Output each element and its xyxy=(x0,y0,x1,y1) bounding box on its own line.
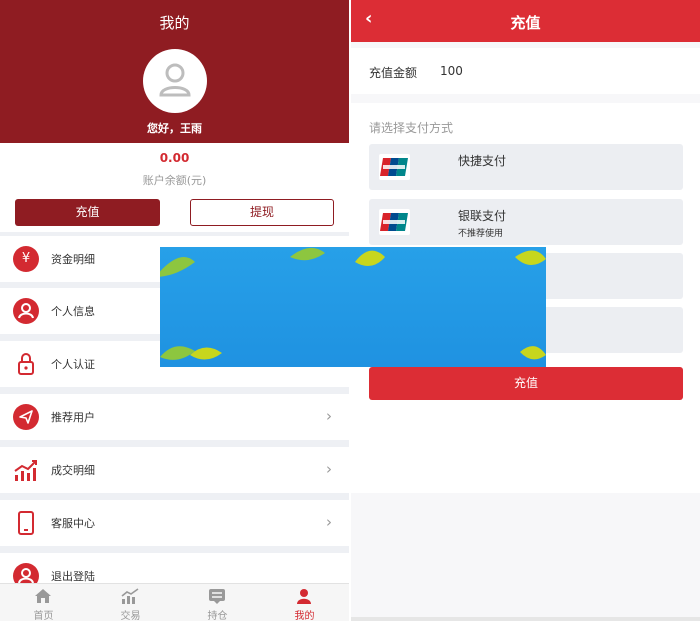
page-title: 充值 xyxy=(510,14,541,32)
action-buttons: 充值 提现 xyxy=(0,190,349,232)
amount-input[interactable]: 100 xyxy=(440,64,463,78)
profile-header: 我的 您好，王雨 xyxy=(0,0,349,143)
menu-item-label: 退出登陆 xyxy=(51,570,95,583)
tab-holdings[interactable]: 持仓 xyxy=(174,584,261,621)
amount-row: 充值金额 100 xyxy=(351,48,700,94)
menu-item-label: 个人认证 xyxy=(51,358,95,371)
payment-heading: 请选择支付方式 xyxy=(369,121,454,135)
menu-item-label: 推荐用户 xyxy=(51,411,95,424)
payment-name: 银联支付 xyxy=(458,209,507,223)
tab-profile[interactable]: 我的 xyxy=(261,584,348,621)
tab-trade[interactable]: 交易 xyxy=(87,584,174,621)
submit-recharge-button[interactable]: 充值 xyxy=(369,367,683,400)
menu-item-trade-details[interactable]: 成交明细 › xyxy=(0,447,349,493)
avatar[interactable] xyxy=(143,49,207,113)
payment-name: 快捷支付 xyxy=(458,154,507,168)
tab-label: 持仓 xyxy=(207,611,228,621)
unionpay-icon xyxy=(379,154,410,180)
lock-icon xyxy=(13,351,39,377)
recharge-header: ‹ 充值 xyxy=(351,0,700,42)
greeting-text: 您好，王雨 xyxy=(147,122,202,135)
user-avatar-icon xyxy=(159,63,191,97)
tab-label: 我的 xyxy=(294,611,315,621)
send-icon xyxy=(13,404,39,430)
payment-note: 不推荐使用 xyxy=(458,229,504,239)
chevron-right-icon: › xyxy=(326,460,332,478)
amount-label: 充值金额 xyxy=(369,66,418,80)
holdings-icon xyxy=(209,589,225,604)
chart-icon xyxy=(13,457,39,483)
user-circle-icon xyxy=(13,298,39,324)
payment-option-unionpay[interactable]: 银联支付 不推荐使用 xyxy=(369,199,683,245)
menu-item-customer-service[interactable]: 客服中心 › xyxy=(0,500,349,546)
page-title: 我的 xyxy=(159,14,190,32)
phone-icon xyxy=(13,510,39,536)
tab-home[interactable]: 首页 xyxy=(0,584,87,621)
menu-item-referral[interactable]: 推荐用户 › xyxy=(0,394,349,440)
balance-box: 0.00 账户余额(元) xyxy=(0,143,349,190)
withdraw-button[interactable]: 提现 xyxy=(190,199,334,226)
home-icon xyxy=(35,589,51,603)
unionpay-icon xyxy=(379,209,410,235)
leaf-decoration xyxy=(160,247,546,367)
menu-item-label: 成交明细 xyxy=(51,464,95,477)
yen-icon: ¥ xyxy=(13,246,39,272)
tab-label: 交易 xyxy=(120,611,141,621)
menu-item-label: 资金明细 xyxy=(51,253,95,266)
divider xyxy=(351,617,700,621)
bottom-tab-bar: 首页 交易 持仓 我的 xyxy=(0,583,349,621)
chevron-right-icon: › xyxy=(326,407,332,425)
chevron-right-icon: › xyxy=(326,513,332,531)
recharge-button[interactable]: 充值 xyxy=(15,199,160,226)
menu-item-label: 客服中心 xyxy=(51,517,95,530)
menu-item-label: 个人信息 xyxy=(51,305,95,318)
tab-label: 首页 xyxy=(33,611,54,621)
profile-icon xyxy=(297,589,311,604)
balance-label: 账户余额(元) xyxy=(142,174,207,187)
balance-value: 0.00 xyxy=(159,151,190,165)
payment-option-quick[interactable]: 快捷支付 xyxy=(369,144,683,190)
trade-chart-icon xyxy=(121,588,139,604)
ad-banner-image xyxy=(160,247,546,367)
